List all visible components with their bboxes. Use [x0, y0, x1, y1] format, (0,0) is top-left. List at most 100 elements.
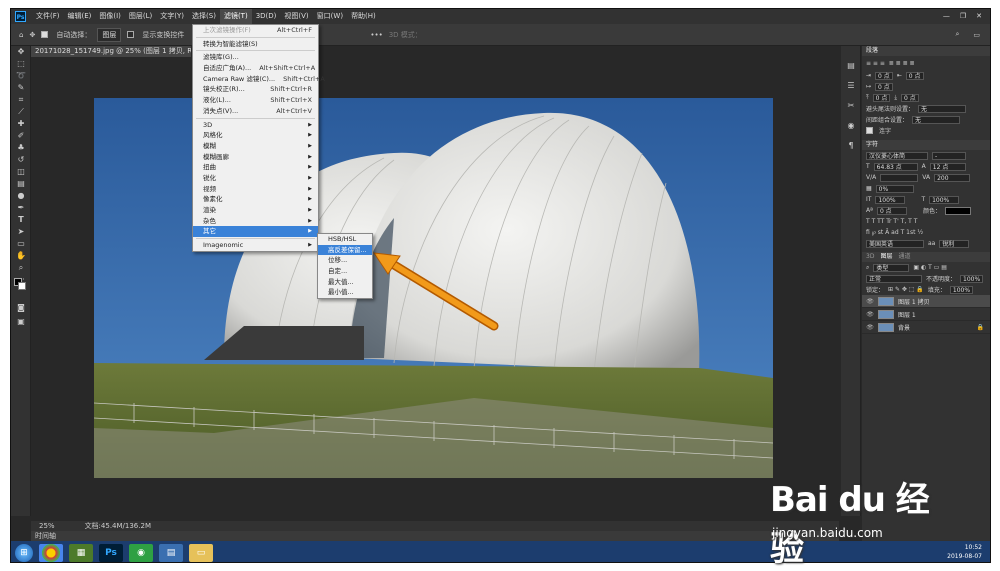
lasso-tool-icon[interactable]: ➰ — [11, 70, 31, 82]
menu-3d[interactable]: 3D(D) — [252, 9, 281, 24]
menu-item-other[interactable]: 其它 ▶ — [193, 226, 318, 238]
opacity-field[interactable]: 100% — [960, 274, 984, 283]
workspace-icon[interactable]: ▭ — [973, 31, 980, 39]
first-line-field[interactable]: 0 点 — [875, 82, 893, 91]
home-icon[interactable]: ⌂ — [19, 31, 23, 39]
healing-tool-icon[interactable]: ✚ — [11, 118, 31, 130]
eye-icon[interactable]: 👁 — [866, 324, 874, 331]
menu-item-blur-gallery[interactable]: 模糊画廊 ▶ — [193, 152, 318, 163]
canvas-area[interactable] — [32, 58, 839, 520]
document-tab[interactable]: 20171028_151749.jpg @ 25% (图层 1 拷贝, RGB/… — [31, 46, 191, 57]
photoshop-taskbar-icon[interactable]: Ps — [99, 543, 123, 562]
submenu-item-hsb[interactable]: HSB/HSL — [318, 234, 372, 245]
brush-panel-icon[interactable]: ◉ — [841, 120, 861, 132]
menu-view[interactable]: 视图(V) — [280, 9, 312, 24]
blend-mode-dropdown[interactable]: 正常 — [866, 274, 922, 283]
menu-item-distort[interactable]: 扭曲 ▶ — [193, 162, 318, 173]
zoom-tool-icon[interactable]: ⌕ — [11, 262, 31, 274]
folder-icon[interactable]: ▭ — [189, 543, 213, 562]
submenu-item-custom[interactable]: 自定... — [318, 266, 372, 277]
layer-row[interactable]: 👁 背景 🔒 — [862, 321, 990, 334]
menu-window[interactable]: 窗口(W) — [313, 9, 347, 24]
indent-left-field[interactable]: 0 点 — [875, 71, 893, 80]
screen-mode-icon[interactable]: ▣ — [11, 316, 31, 328]
eyedropper-tool-icon[interactable]: ⟋ — [11, 106, 31, 118]
paragraph-panel-title[interactable]: 段落 — [862, 46, 990, 56]
character-panel-title[interactable]: 字符 — [862, 140, 990, 150]
submenu-item-minimum[interactable]: 最小值... — [318, 287, 372, 298]
indent-right-field[interactable]: 0 点 — [905, 71, 924, 80]
text-style-buttons[interactable]: T T TT Tr T' T, T T — [862, 216, 990, 227]
fill-field[interactable]: 100% — [949, 285, 974, 294]
align-buttons[interactable]: ≡ ≡ ≡ ≣ ≣ ≣ ≣ — [862, 56, 990, 70]
gradient-tool-icon[interactable]: ▤ — [11, 178, 31, 190]
menu-item-adaptive-wide[interactable]: 自适应广角(A)... Alt+Shift+Ctrl+A — [193, 63, 318, 74]
transform-checkbox[interactable] — [127, 31, 136, 39]
tool-presets-icon[interactable]: ✂ — [841, 100, 861, 112]
quick-select-tool-icon[interactable]: ✎ — [11, 82, 31, 94]
submenu-item-offset[interactable]: 位移... — [318, 255, 372, 266]
menu-item-lens-correction[interactable]: 镜头校正(R)... Shift+Ctrl+R — [193, 84, 318, 95]
move-tool-icon[interactable]: ✥ — [29, 31, 35, 39]
move-tool-icon[interactable]: ✥ — [11, 46, 31, 58]
quick-mask-icon[interactable]: ◙ — [11, 302, 31, 314]
menu-item-smart-filter[interactable]: 转换为智能滤镜(S) — [193, 39, 318, 50]
control-panel-icon[interactable]: ▤ — [159, 543, 183, 562]
close-icon[interactable]: ✕ — [976, 9, 982, 24]
auto-select-dropdown[interactable]: 图层 — [97, 27, 122, 42]
eye-icon[interactable]: 👁 — [866, 311, 874, 318]
stamp-tool-icon[interactable]: ♣ — [11, 142, 31, 154]
layer-row[interactable]: 👁 图层 1 — [862, 308, 990, 321]
menu-item-imagenomic[interactable]: Imagenomic ▶ — [193, 240, 318, 251]
baseline-field[interactable]: 0 点 — [876, 206, 907, 215]
kerning-field[interactable] — [880, 173, 919, 182]
tracking-field[interactable]: 200 — [934, 173, 971, 182]
tab-3d[interactable]: 3D — [866, 252, 874, 262]
language-dropdown[interactable]: 美国英语 — [866, 239, 924, 248]
leading-field[interactable]: 12 点 — [929, 162, 966, 171]
history-brush-icon[interactable]: ↺ — [11, 154, 31, 166]
tab-channels[interactable]: 通道 — [898, 252, 910, 262]
pen-tool-icon[interactable]: ✒ — [11, 202, 31, 214]
menu-item-pixelate[interactable]: 像素化 ▶ — [193, 194, 318, 205]
auto-select-checkbox[interactable] — [41, 31, 50, 39]
timeline-label[interactable]: 时间轴 — [31, 531, 839, 541]
space-before-field[interactable]: 0 点 — [872, 93, 891, 102]
font-family-dropdown[interactable]: 汉仪菱心体简 — [866, 151, 928, 160]
menu-item-filter-gallery[interactable]: 滤镜库(G)... — [193, 52, 318, 63]
vertical-scale-field[interactable]: 100% — [875, 195, 906, 204]
opentype-buttons[interactable]: fi ℘ st Ā ad T 1st ½ — [862, 227, 990, 238]
font-size-field[interactable]: 64.83 点 — [873, 162, 918, 171]
menu-layer[interactable]: 图层(L) — [125, 9, 156, 24]
minimize-icon[interactable]: — — [943, 9, 950, 24]
restore-icon[interactable]: ❐ — [960, 9, 966, 24]
horizontal-scale-field[interactable]: 100% — [929, 195, 960, 204]
eye-icon[interactable]: 👁 — [866, 298, 874, 305]
layer-row[interactable]: 👁 图层 1 拷贝 — [862, 295, 990, 308]
more-options-icon[interactable]: ••• — [370, 31, 382, 39]
menu-item-liquify[interactable]: 液化(L)... Shift+Ctrl+X — [193, 95, 318, 106]
chrome-icon[interactable] — [39, 543, 63, 562]
type-tool-icon[interactable]: T — [11, 214, 31, 226]
start-button[interactable]: ⊞ — [15, 543, 33, 562]
font-style-dropdown[interactable]: - — [932, 151, 966, 160]
zoom-level[interactable]: 25% — [39, 521, 55, 531]
menu-item-video[interactable]: 视频 ▶ — [193, 184, 318, 195]
path-select-icon[interactable]: ➤ — [11, 226, 31, 238]
filter-icons[interactable]: ▣ ◐ T ▭ ▤ — [913, 264, 947, 271]
menu-item-3d[interactable]: 3D ▶ — [193, 120, 318, 131]
marquee-tool-icon[interactable]: ⬚ — [11, 58, 31, 70]
menu-item-blur[interactable]: 模糊 ▶ — [193, 141, 318, 152]
menu-item-noise[interactable]: 杂色 ▶ — [193, 216, 318, 227]
background-color-swatch[interactable] — [18, 282, 26, 290]
shape-tool-icon[interactable]: ▭ — [11, 238, 31, 250]
menu-item-render[interactable]: 渲染 ▶ — [193, 205, 318, 216]
hyphen-dropdown[interactable]: 无 — [918, 104, 967, 113]
submenu-item-high-pass[interactable]: 高反差保留... — [318, 244, 372, 256]
text-color-swatch[interactable] — [944, 206, 971, 215]
menu-item-stylize[interactable]: 风格化 ▶ — [193, 130, 318, 141]
paragraph-panel-icon[interactable]: ¶ — [841, 140, 861, 152]
space-after-field[interactable]: 0 点 — [901, 93, 919, 102]
layer-filter-dropdown[interactable]: 类型 — [873, 263, 910, 272]
history-panel-icon[interactable]: ▤ — [841, 60, 861, 72]
